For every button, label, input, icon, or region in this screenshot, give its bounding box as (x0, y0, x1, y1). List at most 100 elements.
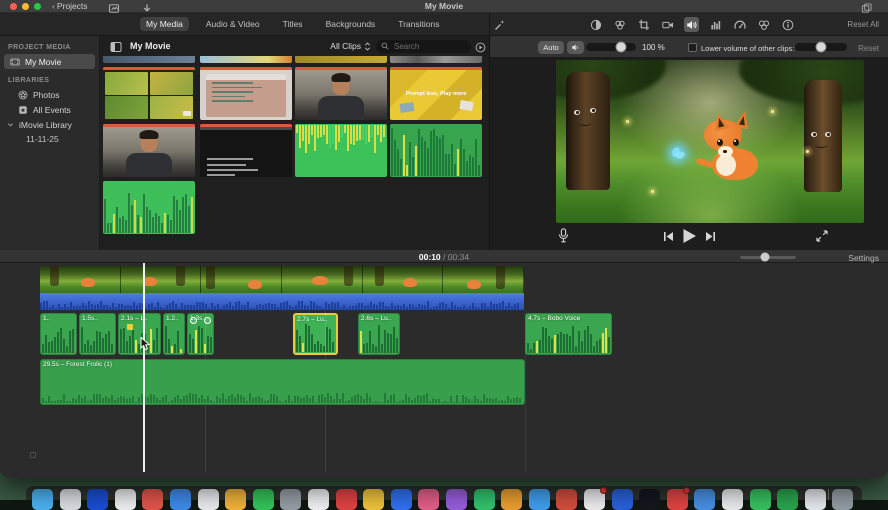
info-icon[interactable] (780, 17, 795, 32)
window-tile-icon[interactable] (861, 1, 872, 12)
notification-badge (600, 487, 607, 494)
filmstrip-frame (201, 266, 282, 293)
clip-thumb-screen-grid[interactable] (103, 67, 195, 120)
clip-label: 1.5s.. (82, 315, 113, 322)
volume-icon[interactable] (684, 17, 699, 32)
video-clip-audio-waveform[interactable] (40, 293, 524, 310)
autoplay-circle-icon[interactable] (475, 40, 486, 51)
clip-usage-bar (200, 124, 292, 127)
film-icon (10, 57, 20, 67)
clip-label: 2.7s – Lu.. (297, 316, 334, 323)
sidebar-item-my-movie[interactable]: My Movie (4, 54, 95, 69)
sidebar-item-photos[interactable]: Photos (4, 87, 95, 102)
ducking-slider-knob[interactable] (816, 42, 827, 53)
sidebar-toggle-icon[interactable] (110, 40, 122, 51)
clip-usage-bar (103, 124, 195, 127)
audio-clips-track: 1.. 1.5s.. 2.1s – L.. 1.2.. 1.3s.. 2.7s – Lu.… (0, 313, 888, 355)
reset-button[interactable]: Reset (858, 44, 879, 53)
clip-thumb-audio-3[interactable] (103, 181, 195, 234)
tab-my-media[interactable]: My Media (140, 17, 189, 31)
media-browser: My Movie All Clips Prompt less, Play mor… (100, 36, 489, 250)
timeline-zoom-slider[interactable] (740, 256, 796, 259)
video-preview[interactable] (556, 60, 864, 223)
timeline-audio-clip[interactable]: 1.. (40, 313, 77, 355)
enhance-wand-icon[interactable] (493, 18, 505, 30)
fade-handle[interactable] (204, 317, 211, 324)
dock[interactable] (26, 486, 862, 500)
music-clip-label: 29.5s – Forest Frolic (1) (43, 361, 522, 368)
color-correction-icon[interactable] (612, 17, 627, 32)
timeline-audio-clip[interactable]: 1.2.. (163, 313, 185, 355)
volume-slider-knob[interactable] (616, 42, 627, 53)
timeline-audio-clip[interactable]: 2.6s – Lu.. (358, 313, 400, 355)
fade-handle[interactable] (190, 317, 197, 324)
ducking-slider[interactable] (795, 43, 847, 51)
clip-label: 1.2.. (166, 315, 182, 322)
clip-thumb-partial[interactable] (295, 56, 387, 63)
lower-volume-checkbox[interactable] (688, 43, 697, 52)
background-music-clip[interactable]: 29.5s – Forest Frolic (1) (40, 359, 525, 405)
clip-thumb-presenter[interactable] (295, 67, 387, 120)
timeline-gridline (525, 310, 526, 472)
sidebar-item-all-events[interactable]: All Events (4, 102, 95, 117)
tab-transitions[interactable]: Transitions (392, 17, 445, 31)
color-balance-icon[interactable] (588, 17, 603, 32)
clip-thumb-presenter-2[interactable] (103, 124, 195, 177)
sidebar-item-imovie-library[interactable]: iMovie Library (4, 117, 95, 132)
play-button[interactable] (682, 228, 697, 244)
effects-icon[interactable] (756, 17, 771, 32)
clip-thumb-notes[interactable] (200, 67, 292, 120)
speed-icon[interactable] (732, 17, 747, 32)
clip-thumb-screen-dark[interactable] (200, 124, 292, 177)
tab-titles[interactable]: Titles (277, 17, 309, 31)
mouse-cursor (140, 337, 151, 351)
search-field[interactable] (376, 40, 471, 53)
tab-audio-video[interactable]: Audio & Video (200, 17, 266, 31)
settings-button[interactable]: Settings (848, 253, 879, 263)
stabilization-icon[interactable] (660, 17, 675, 32)
photos-pinwheel-icon (18, 90, 28, 100)
mute-speaker-button[interactable] (567, 41, 584, 54)
reset-all-button[interactable]: Reset All (847, 20, 879, 29)
sidebar-item-event-date[interactable]: 11-11-25 (0, 132, 99, 146)
clip-thumb-partial[interactable] (200, 56, 292, 63)
clip-label: 2.1s – L.. (121, 315, 158, 322)
skip-forward-button[interactable] (705, 231, 716, 242)
forest-canopy (739, 60, 864, 105)
noise-reduction-icon[interactable] (708, 17, 723, 32)
clip-thumb-slide[interactable]: Prompt less, Play more (390, 67, 482, 120)
filmstrip-frame (121, 266, 202, 293)
clip-thumb-partial[interactable] (390, 56, 482, 63)
clip-thumb-audio-1[interactable] (295, 124, 387, 177)
timeline-audio-clip[interactable]: 2.7s – Lu.. (293, 313, 338, 355)
timeline-audio-clip[interactable]: 1.5s.. (79, 313, 116, 355)
filmstrip-frame (282, 266, 363, 293)
lower-volume-label: Lower volume of other clips: (701, 44, 794, 53)
media-tabs: My Media Audio & Video Titles Backgrounds Tr… (140, 17, 445, 31)
clip-volume-slider[interactable] (586, 43, 636, 51)
auto-volume-button[interactable]: Auto (538, 41, 564, 54)
playhead[interactable] (143, 263, 145, 472)
browser-title: My Movie (130, 41, 171, 51)
zoom-slider-knob[interactable] (761, 253, 770, 262)
fullscreen-icon[interactable] (816, 230, 828, 242)
skip-back-button[interactable] (663, 231, 674, 242)
clips-filter-dropdown[interactable]: All Clips (330, 41, 371, 51)
video-clip-filmstrip[interactable] (40, 266, 524, 293)
voiceover-mic-icon[interactable] (558, 228, 569, 243)
window-title: My Movie (0, 1, 888, 11)
crop-icon[interactable] (636, 17, 651, 32)
clip-thumb-partial[interactable] (103, 56, 195, 63)
timeline-audio-clip[interactable]: 1.3s.. (187, 313, 214, 355)
tab-backgrounds[interactable]: Backgrounds (320, 17, 382, 31)
timeline: 1.. 1.5s.. 2.1s – L.. 1.2.. 1.3s.. 2.7s – Lu.… (0, 263, 888, 478)
tree-creature-left (566, 72, 610, 190)
notification-badge (683, 487, 690, 494)
imovie-window: ‹Projects My Movie My MediaAudio & Video… (0, 0, 888, 478)
volume-controls-row: Auto 100 % Lower volume of other clips: … (490, 36, 888, 58)
clip-thumb-audio-2[interactable] (390, 124, 482, 177)
search-input[interactable] (392, 41, 462, 52)
clip-usage-bar (390, 67, 482, 70)
libraries-header: LIBRARIES (0, 69, 99, 87)
timeline-audio-clip[interactable]: 4.7s – Bobo Voice (525, 313, 612, 355)
